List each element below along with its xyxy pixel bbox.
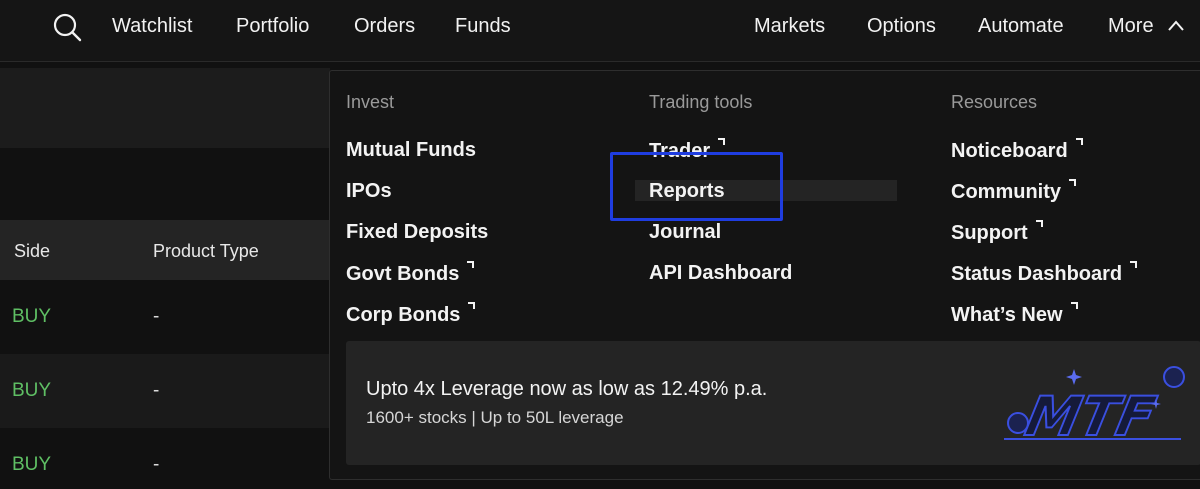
menu-item-fixed-deposits[interactable]: Fixed Deposits [346,220,488,244]
menu-item-label: Journal [649,221,722,243]
column-header-side[interactable]: Side [14,240,50,262]
column-heading-invest: Invest [346,92,395,112]
table-row[interactable]: BUY - [0,428,330,489]
menu-item-mutual-funds[interactable]: Mutual Funds [346,138,476,162]
menu-item-label: Support [951,222,1028,244]
menu-item-ipos[interactable]: IPOs [346,179,392,203]
page-filter-area [0,148,330,220]
menu-item-label: Noticeboard [951,140,1068,162]
nav-markets[interactable]: Markets [754,14,825,38]
menu-item-label: Corp Bonds [346,304,461,326]
menu-item-label: API Dashboard [649,262,793,284]
external-link-icon [1069,179,1076,186]
menu-item-label: IPOs [346,180,392,202]
menu-item-whats-new[interactable]: What’s New [951,302,1078,327]
side-value: BUY [12,454,52,475]
menu-item-label: Mutual Funds [346,139,476,161]
menu-item-label: What’s New [951,304,1063,326]
menu-item-community[interactable]: Community [951,179,1076,204]
annotation-highlight-box [610,152,783,221]
product-type-value: - [153,454,160,475]
nav-automate[interactable]: Automate [978,14,1064,38]
external-link-icon [468,302,476,309]
menu-item-label: Govt Bonds [346,263,460,285]
product-type-value: - [153,380,160,401]
column-heading-resources: Resources [951,92,1038,112]
column-heading-trading-tools: Trading tools [649,92,753,112]
banner-subtitle: 1600+ stocks | Up to 50L leverage [366,408,624,427]
more-dropdown-menu: Invest Mutual Funds IPOs Fixed Deposits … [329,70,1200,480]
external-link-icon [718,138,726,145]
menu-item-status-dashboard[interactable]: Status Dashboard [951,261,1138,286]
mtf-logo-text: MTF [1020,385,1161,448]
chevron-up-icon[interactable] [1166,16,1186,36]
table-row[interactable]: BUY - [0,354,330,428]
nav-orders[interactable]: Orders [354,14,415,38]
menu-item-journal[interactable]: Journal [649,220,721,244]
external-link-icon [1035,220,1043,227]
mtf-illustration: MTF [1004,366,1185,449]
banner-title: Upto 4x Leverage now as low as 12.49% p.… [366,378,768,400]
table-row[interactable]: BUY - [0,280,330,354]
nav-more[interactable]: More [1108,14,1154,38]
menu-item-label: Fixed Deposits [346,221,489,243]
product-type-value: - [153,306,160,327]
menu-item-label: Community [951,181,1061,203]
nav-options[interactable]: Options [867,14,936,38]
column-header-product-type[interactable]: Product Type [153,240,259,262]
external-link-icon [1075,138,1083,145]
page-toolbar-area [0,68,330,148]
top-navigation: Watchlist Portfolio Orders Funds Markets… [0,0,1200,62]
side-value: BUY [12,380,52,401]
nav-watchlist[interactable]: Watchlist [112,14,192,38]
menu-item-label: Status Dashboard [951,263,1123,285]
table-header: Side Product Type [0,220,330,280]
menu-item-support[interactable]: Support [951,220,1043,245]
nav-funds[interactable]: Funds [455,14,511,38]
mtf-promo-banner[interactable]: Upto 4x Leverage now as low as 12.49% p.… [346,341,1200,465]
side-value: BUY [12,306,52,327]
menu-item-noticeboard[interactable]: Noticeboard [951,138,1083,163]
external-link-icon [1070,302,1078,309]
nav-portfolio[interactable]: Portfolio [236,14,309,38]
menu-item-api-dashboard[interactable]: API Dashboard [649,261,792,285]
menu-item-corp-bonds[interactable]: Corp Bonds [346,302,476,327]
external-link-icon [1130,261,1138,268]
menu-item-govt-bonds[interactable]: Govt Bonds [346,261,475,286]
external-link-icon [467,261,475,268]
search-icon[interactable] [50,10,84,44]
